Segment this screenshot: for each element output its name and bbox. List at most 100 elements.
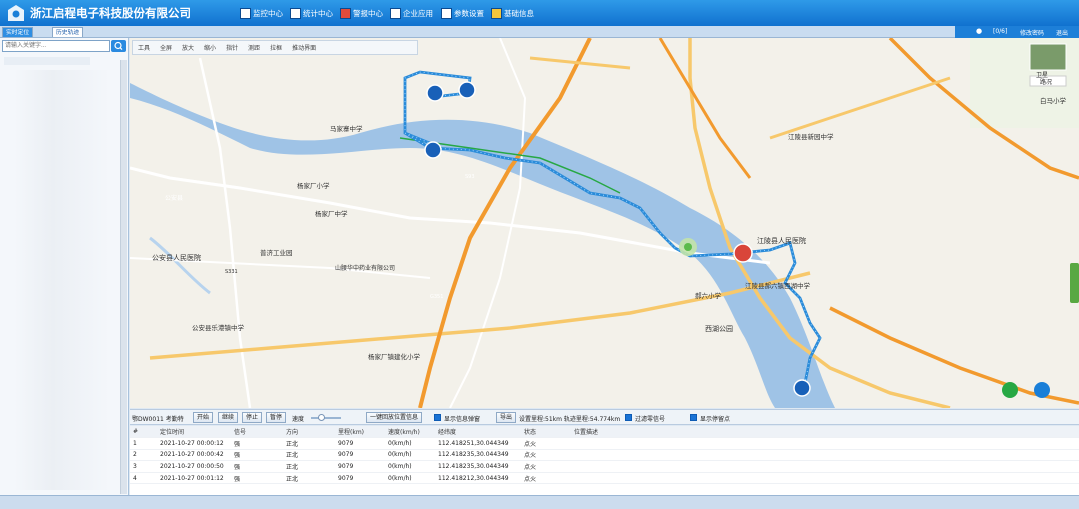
nav-alarm[interactable]: 警报中心 bbox=[340, 6, 383, 20]
pause-button[interactable]: 暂停 bbox=[266, 412, 287, 423]
col-index: # bbox=[130, 426, 160, 439]
end-marker-icon[interactable] bbox=[793, 379, 811, 397]
enterprise-icon bbox=[390, 7, 401, 19]
tab-history[interactable]: 历史轨迹 bbox=[52, 27, 84, 37]
tool-pointer[interactable]: 指针 bbox=[226, 43, 238, 52]
filter-zero-checkbox[interactable] bbox=[625, 414, 632, 421]
settings-icon bbox=[441, 7, 452, 19]
table-row[interactable]: 4 2021-10-27 00:01:12 强正北 9079 0(km/h) 112.41… bbox=[130, 472, 1079, 485]
col-location: 位置描述 bbox=[574, 426, 1079, 439]
app-logo-icon bbox=[8, 5, 24, 21]
status-bar bbox=[0, 495, 1079, 509]
yangjia-chem-label: 杨家厂镇建化小学 bbox=[368, 352, 421, 361]
table-row[interactable]: 1 2021-10-27 00:00:12 强正北 9079 0(km/h) 112.41… bbox=[130, 437, 1079, 450]
tool-box-select[interactable]: 拉框 bbox=[270, 43, 282, 52]
col-speed: 速度(km/h) bbox=[388, 426, 438, 439]
map-canvas[interactable]: 卫星 路况 江陵县人民医院 公安县人民医院 西湖公园 公安县 马家寨中学 杨家厂… bbox=[130, 38, 1079, 408]
nav-settings[interactable]: 参数设置 bbox=[441, 6, 484, 20]
hospital-marker-icon[interactable] bbox=[733, 243, 753, 263]
jiangling-school-label: 江陵县新园中学 bbox=[788, 132, 834, 141]
table-header: # 定位时间 信号 方向 里程(km) 速度(km/h) 经纬度 状态 位置描述 bbox=[130, 426, 1079, 439]
col-status: 状态 bbox=[524, 426, 574, 439]
hao-school-label: 郝六小学 bbox=[695, 291, 722, 300]
shanmen-label: 山腰华中药业有限公司 bbox=[335, 264, 395, 272]
jiangling-hospital-label: 江陵县人民医院 bbox=[757, 236, 806, 245]
road-s331-label: S331 bbox=[225, 269, 238, 275]
track-point-icon[interactable] bbox=[426, 84, 444, 102]
vehicle-tree-root[interactable] bbox=[4, 57, 90, 65]
tool-tools[interactable]: 工具 bbox=[138, 43, 150, 52]
track-point-icon[interactable] bbox=[424, 141, 442, 159]
nav-statistics[interactable]: 统计中心 bbox=[290, 6, 333, 20]
tool-zoom-out[interactable]: 缩小 bbox=[204, 43, 216, 52]
search-input[interactable] bbox=[2, 40, 110, 52]
filter-zero-label: 过滤零信号 bbox=[635, 416, 666, 423]
alarm-icon bbox=[340, 7, 351, 19]
col-signal: 信号 bbox=[234, 426, 286, 439]
track-table: # 定位时间 信号 方向 里程(km) 速度(km/h) 经纬度 状态 位置描述… bbox=[130, 426, 1079, 496]
map-side-handle[interactable] bbox=[1070, 263, 1079, 303]
satellite-thumbnail[interactable] bbox=[1029, 43, 1067, 71]
mileage-info: 设置里程:51km 轨迹里程:54.774km bbox=[519, 416, 621, 423]
basic-info-icon bbox=[491, 7, 502, 19]
online-count: [0/6] bbox=[993, 28, 1008, 35]
search-icon bbox=[114, 41, 123, 51]
tab-realtime[interactable]: 实时定位 bbox=[2, 27, 34, 37]
tool-measure[interactable]: 测距 bbox=[248, 43, 260, 52]
change-password-link[interactable]: 修改密码 bbox=[1020, 28, 1044, 37]
map-view[interactable]: 卫星 路况 江陵县人民医院 公安县人民医院 西湖公园 公安县 马家寨中学 杨家厂… bbox=[130, 38, 1079, 408]
puzhou-park-label: 普济工业园 bbox=[260, 248, 293, 257]
sidebar-scrollbar[interactable] bbox=[120, 60, 127, 494]
jiangling-liu-label: 江陵县郝六镇西湖中学 bbox=[745, 281, 811, 290]
locate-control-icon[interactable] bbox=[1002, 382, 1018, 398]
tool-zoom-in[interactable]: 放大 bbox=[182, 43, 194, 52]
bulb-icon[interactable]: ● bbox=[976, 27, 982, 35]
show-info-checkbox[interactable] bbox=[434, 414, 441, 421]
top-right-bar: ● [0/6] 修改密码 退出 bbox=[955, 26, 1079, 38]
speed-slider-handle[interactable] bbox=[318, 414, 325, 421]
col-direction: 方向 bbox=[286, 426, 338, 439]
show-stop-label: 显示停留点 bbox=[700, 416, 731, 423]
col-coords: 经纬度 bbox=[438, 426, 524, 439]
tab-bar bbox=[0, 26, 1079, 38]
tool-fullscreen[interactable]: 全屏 bbox=[160, 43, 172, 52]
statistics-icon bbox=[290, 7, 301, 19]
col-time: 定位时间 bbox=[160, 426, 234, 439]
gongan-hospital-label: 公安县人民医院 bbox=[152, 253, 201, 262]
show-stop-checkbox[interactable] bbox=[690, 414, 697, 421]
stop-button[interactable]: 停止 bbox=[242, 412, 263, 423]
export-button[interactable]: 导出 bbox=[496, 412, 517, 423]
traffic-label: 路况 bbox=[1040, 78, 1052, 86]
search-button[interactable] bbox=[111, 40, 126, 52]
app-title: 浙江启程电子科技股份有限公司 bbox=[30, 6, 191, 20]
speed-slider[interactable] bbox=[311, 417, 341, 419]
monitor-icon bbox=[240, 7, 251, 19]
yangjia-school2-label: 杨家厂小学 bbox=[297, 181, 330, 190]
nav-monitor[interactable]: 监控中心 bbox=[240, 6, 283, 20]
road-g351-label: G351 bbox=[430, 294, 443, 300]
nav-enterprise[interactable]: 企业应用 bbox=[390, 6, 433, 20]
baishi-label: 白马小学 bbox=[1040, 96, 1067, 105]
nav-basic-info[interactable]: 基础信息 bbox=[491, 6, 534, 20]
map-toolbar: 工具 全屏 放大 缩小 指针 测距 拉框 推动界面 bbox=[132, 40, 418, 55]
logout-link[interactable]: 退出 bbox=[1056, 28, 1068, 37]
table-row[interactable]: 2 2021-10-27 00:00:42 强正北 9079 0(km/h) 112.41… bbox=[130, 449, 1079, 462]
map-search-icon[interactable] bbox=[1034, 382, 1050, 398]
col-mileage: 里程(km) bbox=[338, 426, 388, 439]
tool-drag[interactable]: 推动界面 bbox=[292, 43, 316, 52]
yangjia-school-label: 杨家厂中学 bbox=[315, 209, 348, 218]
table-row[interactable]: 3 2021-10-27 00:00:50 强正北 9079 0(km/h) 112.41… bbox=[130, 460, 1079, 473]
gongan-bureau-label: 公安县 bbox=[165, 194, 183, 202]
vehicle-name: 鄂DW0011 考勤特 bbox=[132, 416, 184, 423]
track-point-icon[interactable] bbox=[458, 81, 476, 99]
locate-info-button[interactable]: 一键回放位置信息 bbox=[366, 412, 423, 423]
gongan-lx-label: 公安县乐港镇中学 bbox=[192, 323, 245, 332]
ma-school-label: 马家寨中学 bbox=[330, 124, 363, 133]
show-info-label: 显示信息弹窗 bbox=[444, 416, 481, 423]
satellite-label: 卫星 bbox=[1036, 72, 1048, 79]
vehicle-tree-list[interactable] bbox=[14, 70, 110, 490]
start-button[interactable]: 开始 bbox=[193, 412, 214, 423]
speed-label: 速度 bbox=[292, 416, 305, 423]
road-s93-label: S93 bbox=[465, 174, 475, 180]
continue-button[interactable]: 继续 bbox=[218, 412, 239, 423]
